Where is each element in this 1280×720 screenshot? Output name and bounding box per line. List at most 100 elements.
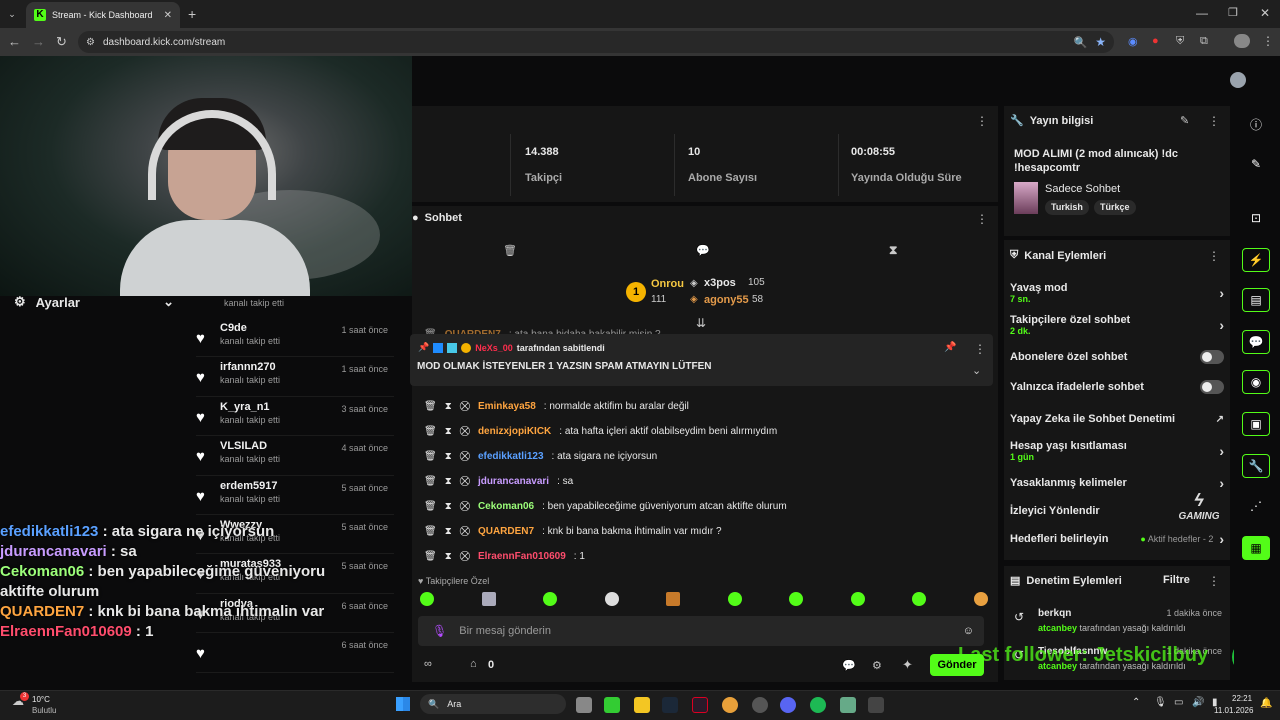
chrome-icon[interactable] xyxy=(722,697,738,713)
extension-shield-icon[interactable]: ⛨ xyxy=(1176,35,1184,48)
tag-chip[interactable]: Türkçe xyxy=(1094,200,1136,215)
emote-icon[interactable] xyxy=(789,592,804,606)
stream-category[interactable]: Sadece Sohbet xyxy=(1045,183,1120,195)
scroll-down-icon[interactable]: ⇊ xyxy=(696,316,706,330)
emote-icon[interactable] xyxy=(973,592,988,606)
action-goals[interactable]: Hedefleri belirleyin ● Aktif hedefler - 2… xyxy=(1010,531,1224,547)
zoom-icon[interactable]: 🔍 xyxy=(1074,36,1088,49)
back-icon[interactable]: ← xyxy=(8,34,21,49)
emote-icon[interactable] xyxy=(481,592,496,606)
extension-translate-icon[interactable]: ◉ xyxy=(1128,35,1138,48)
extension-record-icon[interactable]: ● xyxy=(1152,35,1159,47)
chat-message-input[interactable]: 🎙 Bir mesaj gönderin ☺ xyxy=(418,616,984,646)
action-followers-only[interactable]: Takipçilere özel sohbet 2 dk. › xyxy=(1010,314,1224,336)
url-field[interactable]: ⚙ dashboard.kick.com/stream 🔍 ★ xyxy=(78,31,1114,53)
channel-actions-menu-icon[interactable]: ⋮ xyxy=(1208,249,1220,263)
pinned-by-user[interactable]: NeXs_00 xyxy=(475,343,513,353)
timeout-icon[interactable]: ⧗ xyxy=(445,526,452,537)
emote-icon[interactable] xyxy=(543,592,558,606)
chat-user[interactable]: Eminkaya58 xyxy=(478,401,536,412)
chat-user[interactable]: denizxjopiKICK xyxy=(478,426,551,437)
user-avatar[interactable] xyxy=(1230,72,1246,88)
ban-icon[interactable]: ⛒ xyxy=(460,501,470,512)
volume-icon[interactable]: 🔊 xyxy=(1192,697,1204,708)
app-icon[interactable] xyxy=(692,697,708,713)
site-info-icon[interactable]: ⚙ xyxy=(86,37,95,48)
screenshot-icon[interactable]: ⊡ xyxy=(1242,206,1270,230)
action-account-age[interactable]: Hesap yaşı kısıtlaması 1 gün › xyxy=(1010,440,1224,462)
unpin-icon[interactable]: 📌 xyxy=(944,342,956,353)
filter-button[interactable]: Filtre xyxy=(1163,574,1190,586)
microphone-icon[interactable]: 🎙 xyxy=(1154,697,1167,708)
action-banned-words[interactable]: Yasaklanmış kelimeler › xyxy=(1010,475,1224,491)
action-ai-moderation[interactable]: Yapay Zeka ile Sohbet Denetimi ↗ xyxy=(1010,412,1224,426)
ban-icon[interactable]: ⛒ xyxy=(460,551,470,562)
tab-close-icon[interactable]: ✕ xyxy=(164,10,172,21)
timeout-icon[interactable]: ⧗ xyxy=(445,551,452,562)
stats-menu-icon[interactable]: ⋮ xyxy=(976,114,988,128)
reload-icon[interactable]: ↻ xyxy=(56,34,67,50)
timeout-icon[interactable]: ⧗ xyxy=(445,451,452,462)
ban-icon[interactable]: ⛒ xyxy=(460,401,470,412)
stream-info-menu-icon[interactable]: ⋮ xyxy=(1208,114,1220,128)
emote-icon[interactable] xyxy=(420,592,434,606)
wrench-icon[interactable]: 🔧 xyxy=(1242,454,1270,478)
forward-icon[interactable]: → xyxy=(32,34,45,49)
browser-menu-icon[interactable]: ⋮ xyxy=(1262,34,1274,48)
chevron-down-icon[interactable]: ⌄ xyxy=(972,364,981,377)
trash-icon[interactable]: 🗑 xyxy=(424,551,437,562)
action-slow-mode[interactable]: Yavaş mod 7 sn. › xyxy=(1010,282,1224,304)
ban-icon[interactable]: ⛒ xyxy=(460,426,470,437)
mod-log-by[interactable]: atcanbey xyxy=(1038,623,1077,633)
drag-handle-icon[interactable]: ⋰ xyxy=(1242,494,1270,518)
chat-user[interactable]: efedikkatli123 xyxy=(478,451,544,462)
task-view-icon[interactable] xyxy=(576,697,592,713)
file-explorer-icon[interactable] xyxy=(634,697,650,713)
emote-icon[interactable] xyxy=(727,592,742,606)
store-icon[interactable]: ⌂ xyxy=(470,658,477,670)
timeout-icon[interactable]: ⧗ xyxy=(445,476,452,487)
add-widget-icon[interactable]: ▦ xyxy=(1242,536,1270,560)
app-icon[interactable] xyxy=(868,697,884,713)
moderation-icon[interactable]: ▣ xyxy=(1242,412,1270,436)
extensions-icon[interactable]: ⧉ xyxy=(1200,35,1208,48)
hourglass-icon[interactable]: ⧗ xyxy=(889,243,897,258)
weather-temp[interactable]: 10°C xyxy=(32,695,50,704)
moderation-menu-icon[interactable]: ⋮ xyxy=(1208,574,1220,588)
trash-icon[interactable]: 🗑 xyxy=(424,526,437,537)
tag-chip[interactable]: Turkish xyxy=(1045,200,1089,215)
emote-icon[interactable] xyxy=(850,592,865,606)
ban-icon[interactable]: ⛒ xyxy=(460,451,470,462)
broadcast-icon[interactable]: ◉ xyxy=(1242,370,1270,394)
windows-start-icon[interactable] xyxy=(396,697,410,711)
chat-bubble-icon[interactable]: 💬 xyxy=(696,244,710,257)
window-close-icon[interactable]: ✕ xyxy=(1260,6,1270,20)
info-icon[interactable]: ⓘ xyxy=(1242,112,1270,136)
app-icon[interactable] xyxy=(840,697,856,713)
quick-action-icon[interactable]: ⚡ xyxy=(1242,248,1270,272)
channel-points-icon[interactable]: ∞ xyxy=(424,658,432,670)
emote-icon[interactable] xyxy=(666,592,681,606)
timeout-icon[interactable]: ⧗ xyxy=(445,426,452,437)
chat-user[interactable]: Cekoman06 xyxy=(478,501,534,512)
minecraft-icon[interactable] xyxy=(604,697,620,713)
ban-icon[interactable]: ⛒ xyxy=(460,476,470,487)
chat-user[interactable]: ElraennFan010609 xyxy=(478,551,566,562)
notification-bell-icon[interactable]: 🔔 xyxy=(1260,698,1272,709)
discord-icon[interactable] xyxy=(780,697,796,713)
chat-settings-icon[interactable]: ⚙ xyxy=(872,659,882,672)
microphone-icon[interactable]: 🎙 xyxy=(432,624,447,638)
browser-tab[interactable]: K Stream - Kick Dashboard ✕ xyxy=(26,2,180,28)
taskbar-search[interactable]: 🔍 Ara xyxy=(420,694,566,714)
spotify-icon[interactable] xyxy=(810,697,826,713)
chat-panel-icon[interactable]: 💬 xyxy=(1242,330,1270,354)
steam-icon[interactable] xyxy=(662,697,678,713)
trash-icon[interactable]: 🗑 xyxy=(424,426,437,437)
emoji-icon[interactable]: ☺ xyxy=(963,625,974,637)
profile-icon[interactable] xyxy=(1234,34,1250,48)
trash-icon[interactable]: 🗑 xyxy=(424,451,437,462)
chat-menu-icon[interactable]: ⋮ xyxy=(976,212,988,226)
notes-icon[interactable]: ▤ xyxy=(1242,288,1270,312)
timeout-icon[interactable]: ⧗ xyxy=(445,501,452,512)
ban-icon[interactable]: ⛒ xyxy=(460,526,470,537)
